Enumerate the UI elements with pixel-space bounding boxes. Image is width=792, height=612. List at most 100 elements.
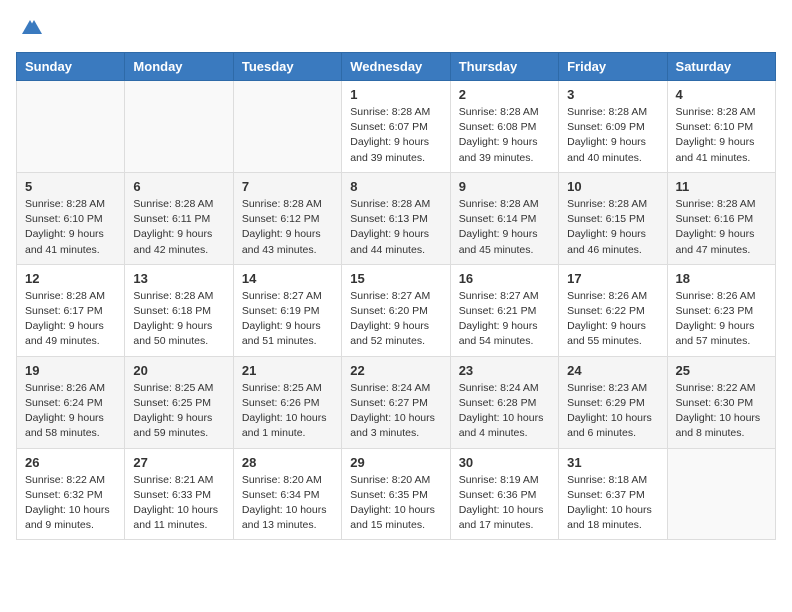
- day-info: Sunrise: 8:28 AM Sunset: 6:15 PM Dayligh…: [567, 197, 658, 258]
- day-number: 17: [567, 271, 658, 286]
- calendar-cell: 17 Sunrise: 8:26 AM Sunset: 6:22 PM Dayli…: [559, 264, 667, 356]
- day-info: Sunrise: 8:28 AM Sunset: 6:12 PM Dayligh…: [242, 197, 333, 258]
- calendar-cell: [233, 81, 341, 173]
- day-number: 2: [459, 87, 550, 102]
- day-info: Sunrise: 8:20 AM Sunset: 6:35 PM Dayligh…: [350, 473, 441, 534]
- day-info: Sunrise: 8:24 AM Sunset: 6:27 PM Dayligh…: [350, 381, 441, 442]
- day-info: Sunrise: 8:28 AM Sunset: 6:14 PM Dayligh…: [459, 197, 550, 258]
- day-info: Sunrise: 8:27 AM Sunset: 6:20 PM Dayligh…: [350, 289, 441, 350]
- calendar-cell: 14 Sunrise: 8:27 AM Sunset: 6:19 PM Dayli…: [233, 264, 341, 356]
- day-number: 21: [242, 363, 333, 378]
- day-number: 8: [350, 179, 441, 194]
- day-info: Sunrise: 8:26 AM Sunset: 6:23 PM Dayligh…: [676, 289, 767, 350]
- day-number: 9: [459, 179, 550, 194]
- day-number: 27: [133, 455, 224, 470]
- calendar-cell: 6Sunrise: 8:28 AM Sunset: 6:11 PM Daylig…: [125, 172, 233, 264]
- calendar-table: SundayMondayTuesdayWednesdayThursdayFrid…: [16, 52, 776, 540]
- calendar-cell: 3 Sunrise: 8:28 AM Sunset: 6:09 PM Daylig…: [559, 81, 667, 173]
- day-number: 25: [676, 363, 767, 378]
- calendar-cell: 7 Sunrise: 8:28 AM Sunset: 6:12 PM Daylig…: [233, 172, 341, 264]
- day-number: 13: [133, 271, 224, 286]
- calendar-cell: 25 Sunrise: 8:22 AM Sunset: 6:30 PM Dayli…: [667, 356, 775, 448]
- calendar-cell: 27 Sunrise: 8:21 AM Sunset: 6:33 PM Dayli…: [125, 448, 233, 540]
- day-info: Sunrise: 8:19 AM Sunset: 6:36 PM Dayligh…: [459, 473, 550, 534]
- day-info: Sunrise: 8:28 AM Sunset: 6:10 PM Dayligh…: [25, 197, 116, 258]
- calendar-cell: [17, 81, 125, 173]
- calendar-cell: 26 Sunrise: 8:22 AM Sunset: 6:32 PM Dayli…: [17, 448, 125, 540]
- day-number: 5: [25, 179, 116, 194]
- day-number: 11: [676, 179, 767, 194]
- calendar-cell: 15 Sunrise: 8:27 AM Sunset: 6:20 PM Dayli…: [342, 264, 450, 356]
- day-number: 14: [242, 271, 333, 286]
- day-number: 22: [350, 363, 441, 378]
- calendar-week-row: 5 Sunrise: 8:28 AM Sunset: 6:10 PM Daylig…: [17, 172, 776, 264]
- page-header: [16, 16, 776, 40]
- calendar-cell: 23 Sunrise: 8:24 AM Sunset: 6:28 PM Dayli…: [450, 356, 558, 448]
- calendar-cell: 31Sunrise: 8:18 AM Sunset: 6:37 PM Dayli…: [559, 448, 667, 540]
- calendar-cell: 1Sunrise: 8:28 AM Sunset: 6:07 PM Daylig…: [342, 81, 450, 173]
- calendar-cell: 19 Sunrise: 8:26 AM Sunset: 6:24 PM Dayli…: [17, 356, 125, 448]
- day-info: Sunrise: 8:22 AM Sunset: 6:30 PM Dayligh…: [676, 381, 767, 442]
- day-info: Sunrise: 8:28 AM Sunset: 6:13 PM Dayligh…: [350, 197, 441, 258]
- day-number: 3: [567, 87, 658, 102]
- day-info: Sunrise: 8:27 AM Sunset: 6:21 PM Dayligh…: [459, 289, 550, 350]
- calendar-cell: 13 Sunrise: 8:28 AM Sunset: 6:18 PM Dayli…: [125, 264, 233, 356]
- day-info: Sunrise: 8:27 AM Sunset: 6:19 PM Dayligh…: [242, 289, 333, 350]
- day-info: Sunrise: 8:25 AM Sunset: 6:26 PM Dayligh…: [242, 381, 333, 442]
- day-info: Sunrise: 8:28 AM Sunset: 6:08 PM Dayligh…: [459, 105, 550, 166]
- day-info: Sunrise: 8:28 AM Sunset: 6:16 PM Dayligh…: [676, 197, 767, 258]
- calendar-cell: 16Sunrise: 8:27 AM Sunset: 6:21 PM Dayli…: [450, 264, 558, 356]
- day-number: 10: [567, 179, 658, 194]
- calendar-cell: 18Sunrise: 8:26 AM Sunset: 6:23 PM Dayli…: [667, 264, 775, 356]
- calendar-header-monday: Monday: [125, 53, 233, 81]
- calendar-cell: [667, 448, 775, 540]
- logo: [16, 16, 42, 40]
- calendar-cell: 28Sunrise: 8:20 AM Sunset: 6:34 PM Dayli…: [233, 448, 341, 540]
- day-info: Sunrise: 8:28 AM Sunset: 6:18 PM Dayligh…: [133, 289, 224, 350]
- day-info: Sunrise: 8:28 AM Sunset: 6:09 PM Dayligh…: [567, 105, 658, 166]
- calendar-header-wednesday: Wednesday: [342, 53, 450, 81]
- day-number: 26: [25, 455, 116, 470]
- calendar-week-row: 19 Sunrise: 8:26 AM Sunset: 6:24 PM Dayli…: [17, 356, 776, 448]
- day-info: Sunrise: 8:28 AM Sunset: 6:17 PM Dayligh…: [25, 289, 116, 350]
- day-info: Sunrise: 8:24 AM Sunset: 6:28 PM Dayligh…: [459, 381, 550, 442]
- day-info: Sunrise: 8:22 AM Sunset: 6:32 PM Dayligh…: [25, 473, 116, 534]
- day-info: Sunrise: 8:26 AM Sunset: 6:22 PM Dayligh…: [567, 289, 658, 350]
- day-info: Sunrise: 8:28 AM Sunset: 6:10 PM Dayligh…: [676, 105, 767, 166]
- calendar-cell: 12 Sunrise: 8:28 AM Sunset: 6:17 PM Dayli…: [17, 264, 125, 356]
- day-info: Sunrise: 8:20 AM Sunset: 6:34 PM Dayligh…: [242, 473, 333, 534]
- day-number: 6: [133, 179, 224, 194]
- day-number: 24: [567, 363, 658, 378]
- day-number: 19: [25, 363, 116, 378]
- day-number: 15: [350, 271, 441, 286]
- calendar-week-row: 26 Sunrise: 8:22 AM Sunset: 6:32 PM Dayli…: [17, 448, 776, 540]
- calendar-header-sunday: Sunday: [17, 53, 125, 81]
- calendar-cell: 11 Sunrise: 8:28 AM Sunset: 6:16 PM Dayli…: [667, 172, 775, 264]
- day-info: Sunrise: 8:21 AM Sunset: 6:33 PM Dayligh…: [133, 473, 224, 534]
- day-number: 12: [25, 271, 116, 286]
- calendar-header-saturday: Saturday: [667, 53, 775, 81]
- calendar-week-row: 12 Sunrise: 8:28 AM Sunset: 6:17 PM Dayli…: [17, 264, 776, 356]
- calendar-header-tuesday: Tuesday: [233, 53, 341, 81]
- day-info: Sunrise: 8:23 AM Sunset: 6:29 PM Dayligh…: [567, 381, 658, 442]
- calendar-cell: 24 Sunrise: 8:23 AM Sunset: 6:29 PM Dayli…: [559, 356, 667, 448]
- calendar-cell: 21 Sunrise: 8:25 AM Sunset: 6:26 PM Dayli…: [233, 356, 341, 448]
- calendar-cell: 10 Sunrise: 8:28 AM Sunset: 6:15 PM Dayli…: [559, 172, 667, 264]
- calendar-cell: [125, 81, 233, 173]
- day-number: 23: [459, 363, 550, 378]
- calendar-cell: 30 Sunrise: 8:19 AM Sunset: 6:36 PM Dayli…: [450, 448, 558, 540]
- day-number: 29: [350, 455, 441, 470]
- calendar-header-friday: Friday: [559, 53, 667, 81]
- calendar-cell: 29 Sunrise: 8:20 AM Sunset: 6:35 PM Dayli…: [342, 448, 450, 540]
- calendar-cell: 22 Sunrise: 8:24 AM Sunset: 6:27 PM Dayli…: [342, 356, 450, 448]
- calendar-header-thursday: Thursday: [450, 53, 558, 81]
- day-info: Sunrise: 8:18 AM Sunset: 6:37 PM Dayligh…: [567, 473, 658, 534]
- day-number: 30: [459, 455, 550, 470]
- day-number: 7: [242, 179, 333, 194]
- day-info: Sunrise: 8:26 AM Sunset: 6:24 PM Dayligh…: [25, 381, 116, 442]
- calendar-cell: 4 Sunrise: 8:28 AM Sunset: 6:10 PM Daylig…: [667, 81, 775, 173]
- calendar-cell: 5 Sunrise: 8:28 AM Sunset: 6:10 PM Daylig…: [17, 172, 125, 264]
- calendar-cell: 2 Sunrise: 8:28 AM Sunset: 6:08 PM Daylig…: [450, 81, 558, 173]
- day-number: 4: [676, 87, 767, 102]
- day-number: 1: [350, 87, 441, 102]
